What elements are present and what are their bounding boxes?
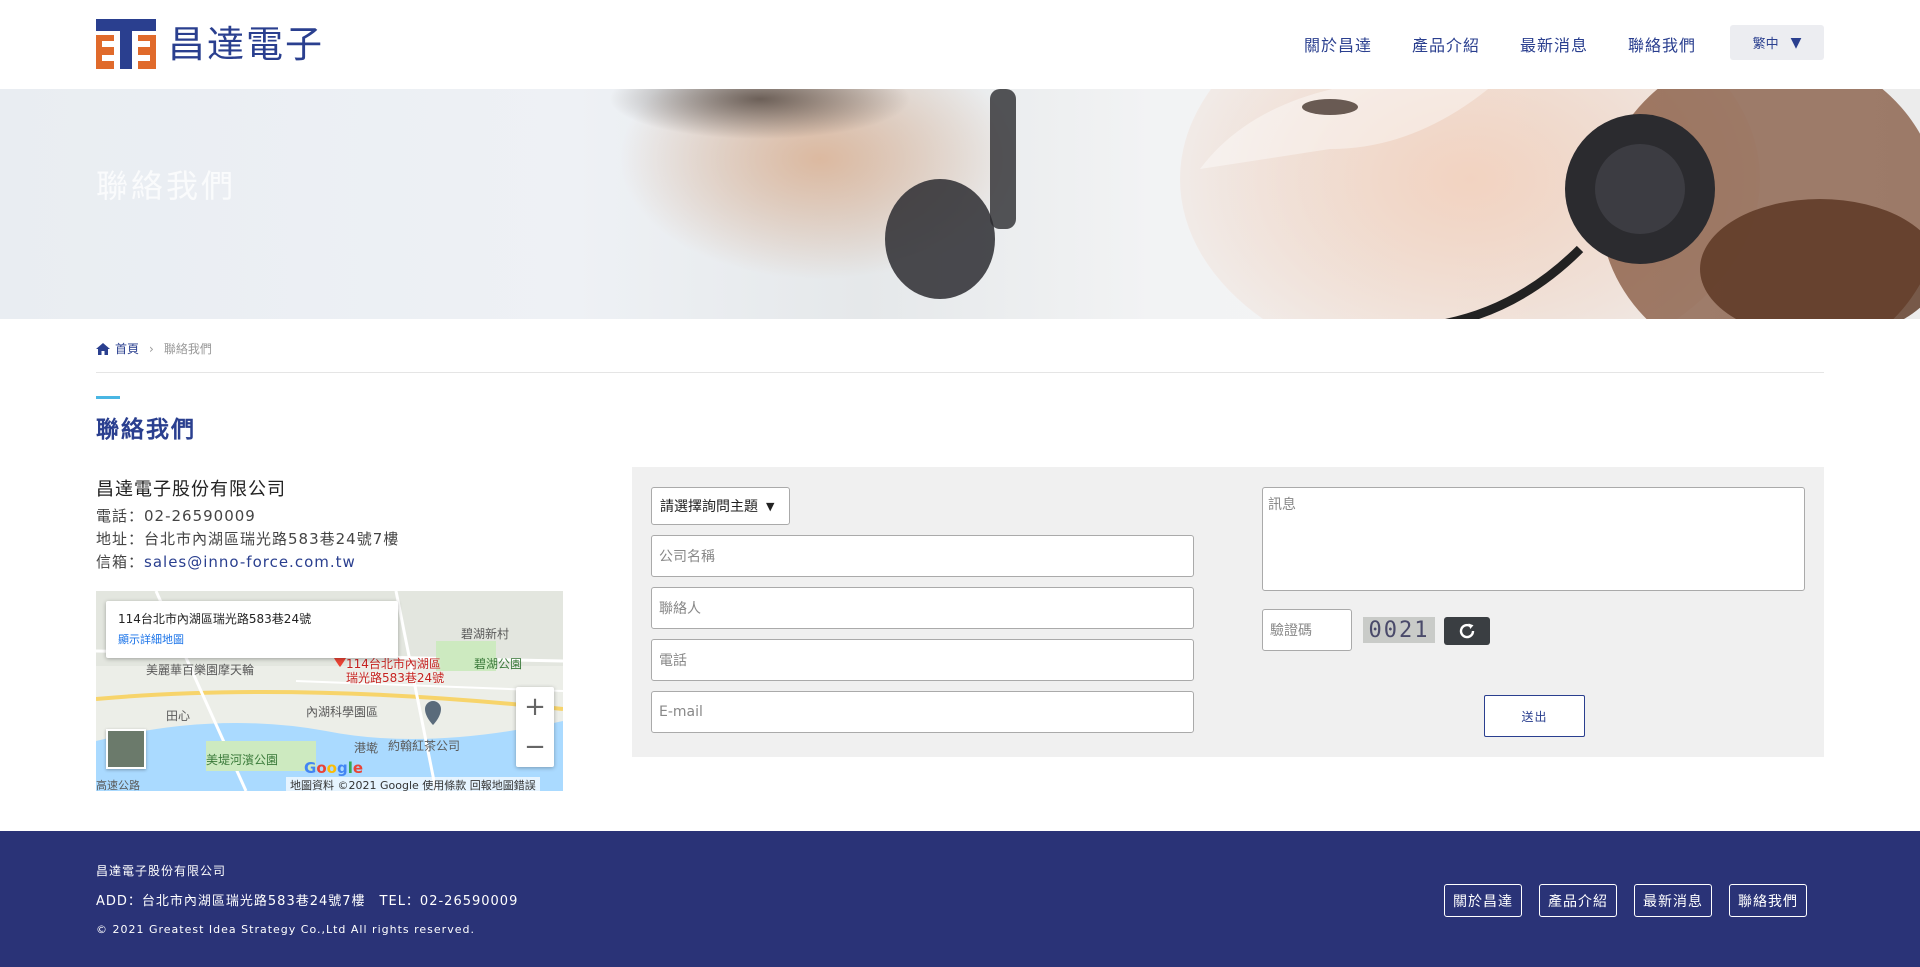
title-accent-bar xyxy=(96,396,120,399)
email-label: 信箱： xyxy=(96,553,145,571)
banner-title: 聯絡我們 xyxy=(96,167,237,205)
footer-copyright: © 2021 Greatest Idea Strategy Co.,Ltd Al… xyxy=(96,923,475,936)
nav-contact[interactable]: 聯絡我們 xyxy=(1628,32,1696,56)
main-nav: 關於昌達 產品介紹 最新消息 聯絡我們 xyxy=(1300,32,1736,56)
message-textarea[interactable]: 訊息 xyxy=(1262,487,1805,591)
map-pin-label-line: 114台北市內湖區 xyxy=(346,657,441,671)
company-name: 昌達電子股份有限公司 xyxy=(96,479,286,500)
footer-address: ADD：台北市內湖區瑞光路583巷24號7樓 TEL：02-26590009 xyxy=(96,894,519,909)
contact-person-input[interactable]: 聯絡人 xyxy=(651,587,1194,629)
footer-nav-about[interactable]: 關於昌達 xyxy=(1444,884,1522,917)
map-label: 約翰紅茶公司 xyxy=(388,739,461,753)
map-pin-label-line: 瑞光路583巷24號 xyxy=(346,671,445,685)
submit-button[interactable]: 送出 xyxy=(1484,695,1585,737)
map-label: 碧湖新村 xyxy=(461,627,510,641)
map-label: 田心 xyxy=(166,709,191,723)
logo-text: 昌達電子 xyxy=(168,22,324,66)
breadcrumb-current: 聯絡我們 xyxy=(163,342,212,356)
map-satellite-toggle[interactable] xyxy=(106,729,146,769)
map-zoom-control: + − xyxy=(516,687,554,767)
nav-news[interactable]: 最新消息 xyxy=(1520,32,1588,56)
map-pin-label: 114台北市內湖區 瑞光路583巷24號 xyxy=(346,657,444,685)
logo-mark-icon xyxy=(96,19,156,69)
home-icon xyxy=(96,342,110,355)
map-larger-link[interactable]: 顯示詳細地圖 xyxy=(118,631,386,647)
breadcrumb-separator: › xyxy=(149,341,154,356)
breadcrumb-home[interactable]: 首頁 xyxy=(115,340,139,357)
google-map[interactable]: 碧湖新村 碧湖公園 美麗華百樂園摩天輪 內湖科學園區 約翰紅茶公司 美堤河濱公園… xyxy=(96,591,563,791)
email-link[interactable]: sales@inno-force.com.tw xyxy=(144,553,356,571)
zoom-out-button[interactable]: − xyxy=(516,727,554,767)
breadcrumb: 首頁 › 聯絡我們 xyxy=(96,340,212,357)
google-logo: Google xyxy=(304,759,364,777)
map-label: 高速公路 xyxy=(96,779,140,791)
page-title: 聯絡我們 xyxy=(96,417,196,443)
language-select[interactable]: 繁中 ▼ xyxy=(1730,25,1824,60)
footer-nav-contact[interactable]: 聯絡我們 xyxy=(1729,884,1807,917)
contact-form: 請選擇詢問主題 ▼ 公司名稱 聯絡人 電話 E-mail 訊息 驗證碼 0021… xyxy=(632,467,1824,757)
site-footer: 昌達電子股份有限公司 ADD：台北市內湖區瑞光路583巷24號7樓 TEL：02… xyxy=(0,831,1920,967)
map-label: 內湖科學園區 xyxy=(306,705,379,719)
map-attribution: 地圖資料 ©2021 Google 使用條款 回報地圖錯誤 xyxy=(286,777,540,791)
email-input[interactable]: E-mail xyxy=(651,691,1194,733)
subject-select-value: 請選擇詢問主題 xyxy=(660,499,758,515)
logo[interactable]: 昌達電子 xyxy=(96,19,324,69)
captcha-refresh-button[interactable] xyxy=(1444,617,1490,645)
company-name-input[interactable]: 公司名稱 xyxy=(651,535,1194,577)
banner-photo xyxy=(610,89,1920,319)
map-label: 港墘 xyxy=(354,741,379,755)
phone-input[interactable]: 電話 xyxy=(651,639,1194,681)
captcha-input[interactable]: 驗證碼 xyxy=(1262,609,1352,651)
footer-nav: 關於昌達 產品介紹 最新消息 聯絡我們 xyxy=(1427,884,1807,917)
caret-down-icon: ▼ xyxy=(766,499,775,513)
company-phone: 電話：02-26590009 xyxy=(96,507,256,525)
company-email-row: 信箱：sales@inno-force.com.tw xyxy=(96,551,399,574)
company-info: 昌達電子股份有限公司 電話：02-26590009 地址：台北市內湖區瑞光路58… xyxy=(96,475,399,574)
footer-nav-products[interactable]: 產品介紹 xyxy=(1539,884,1617,917)
footer-company: 昌達電子股份有限公司 xyxy=(96,864,227,878)
captcha-image: 0021 xyxy=(1363,617,1435,643)
map-info-card: 114台北市內湖區瑞光路583巷24號 顯示詳細地圖 xyxy=(106,601,398,658)
map-label: 美麗華百樂園摩天輪 xyxy=(146,663,255,677)
footer-nav-news[interactable]: 最新消息 xyxy=(1634,884,1712,917)
refresh-icon xyxy=(1459,623,1475,639)
map-label: 碧湖公園 xyxy=(474,657,523,671)
language-label: 繁中 xyxy=(1752,37,1779,52)
divider xyxy=(96,372,1824,373)
map-label: 美堤河濱公園 xyxy=(206,753,279,767)
zoom-in-button[interactable]: + xyxy=(516,687,554,727)
subject-select[interactable]: 請選擇詢問主題 ▼ xyxy=(651,487,790,525)
company-address: 地址：台北市內湖區瑞光路583巷24號7樓 xyxy=(96,530,400,548)
nav-about[interactable]: 關於昌達 xyxy=(1304,32,1372,56)
site-header: 昌達電子 關於昌達 產品介紹 最新消息 聯絡我們 繁中 ▼ xyxy=(0,0,1920,89)
nav-products[interactable]: 產品介紹 xyxy=(1412,32,1480,56)
hero-banner: 聯絡我們 xyxy=(0,89,1920,319)
caret-down-icon: ▼ xyxy=(1790,34,1802,51)
map-card-address: 114台北市內湖區瑞光路583巷24號 xyxy=(118,612,312,626)
